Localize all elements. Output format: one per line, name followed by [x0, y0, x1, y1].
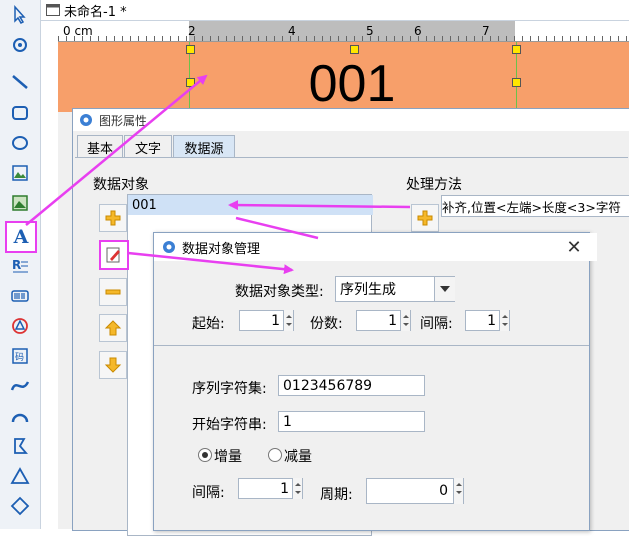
data-objects-label: 数据对象 [93, 177, 149, 193]
curve-tool-icon[interactable] [8, 374, 32, 398]
charset-value: 0123456789 [283, 377, 373, 394]
spin-arrows-icon[interactable] [283, 310, 293, 331]
tab-label: 基本 [86, 141, 113, 157]
dialog-title-bar: 数据对象管理 [154, 233, 597, 261]
triangle-tool-icon[interactable] [8, 464, 32, 488]
document-tab-title: 未命名-1 * [64, 4, 127, 20]
type-label: 数据对象类型: [235, 284, 324, 300]
plus-icon [417, 210, 433, 226]
app-logo-icon [163, 241, 175, 253]
plus-icon [105, 210, 121, 226]
dialog-title-bar: 图形属性 [73, 109, 629, 131]
start-string-label: 开始字符串: [192, 417, 267, 433]
dialog-title: 图形属性 [99, 113, 148, 128]
arrow-down-icon [104, 357, 122, 373]
resize-handle[interactable] [512, 45, 521, 54]
interval-stepper[interactable]: 1 [465, 310, 510, 331]
tab-basic[interactable]: 基本 [77, 135, 123, 158]
resize-handle[interactable] [186, 78, 195, 87]
interval-value: 1 [487, 312, 496, 329]
picture-tool-icon[interactable] [8, 191, 32, 215]
spin-arrows-icon[interactable] [292, 478, 302, 499]
resize-handle[interactable] [186, 45, 195, 54]
select-pointer-icon[interactable] [8, 3, 32, 27]
resize-handle[interactable] [350, 45, 359, 54]
processing-label: 处理方法 [406, 177, 462, 193]
charset-field[interactable]: 0123456789 [278, 375, 425, 396]
tab-label: 文字 [134, 141, 161, 157]
rich-text-tool-icon[interactable]: R [8, 254, 32, 278]
arc-tool-icon[interactable] [8, 404, 32, 428]
line-tool-icon[interactable] [8, 70, 32, 94]
chevron-down-icon[interactable] [434, 277, 455, 301]
left-toolbar: A R 码 [0, 0, 41, 529]
start-string-value: 1 [283, 413, 292, 430]
barcode-tool-icon[interactable] [8, 284, 32, 308]
charset-label: 序列字符集: [192, 381, 267, 397]
period-stepper[interactable]: 0 [366, 478, 464, 504]
remove-data-object-button[interactable] [99, 278, 127, 306]
svg-text:R: R [12, 258, 21, 272]
step-label: 间隔: [192, 485, 225, 501]
qrcode-tool-icon[interactable]: 码 [8, 344, 32, 368]
spin-arrows-icon[interactable] [400, 310, 410, 331]
tab-data-source[interactable]: 数据源 [173, 135, 235, 158]
start-stepper[interactable]: 1 [239, 310, 294, 331]
polygon-tool-icon[interactable] [8, 434, 32, 458]
app-logo-icon [80, 114, 92, 126]
period-label: 周期: [320, 487, 353, 503]
step-value: 1 [280, 480, 289, 497]
rotate-tool-icon[interactable] [8, 33, 32, 57]
tab-text[interactable]: 文字 [124, 135, 172, 158]
start-value: 1 [271, 312, 280, 329]
document-tab[interactable]: 未命名-1 * [46, 1, 127, 20]
text-tool-icon[interactable]: A [5, 221, 37, 253]
diamond-tool-icon[interactable] [8, 494, 32, 518]
processing-list[interactable]: 补齐,位置<左端>长度<3>字符 [441, 195, 629, 217]
horizontal-ruler: 0 cm 2 4 5 6 7 [58, 21, 629, 42]
copies-stepper[interactable]: 1 [356, 310, 411, 331]
list-item[interactable]: 001 [128, 195, 373, 215]
increment-radio[interactable] [198, 448, 212, 462]
divider [154, 345, 589, 346]
document-icon [46, 4, 60, 16]
increment-label: 增量 [214, 449, 242, 465]
add-data-object-button[interactable] [99, 204, 127, 232]
minus-icon [105, 289, 121, 295]
copies-label: 份数: [310, 316, 343, 332]
decrement-label: 减量 [284, 449, 312, 465]
start-label: 起始: [192, 316, 225, 332]
decrement-radio[interactable] [268, 448, 282, 462]
document-tab-bar: 未命名-1 * [41, 0, 629, 21]
ellipse-tool-icon[interactable] [8, 131, 32, 155]
shape-tool-icon[interactable] [8, 314, 32, 338]
type-select[interactable]: 序列生成 [335, 276, 455, 302]
data-object-manager-dialog: 数据对象管理 ✕ 数据对象类型: 序列生成 起始: 1 份数: 1 间隔: 1 … [153, 232, 597, 531]
svg-text:码: 码 [15, 352, 24, 363]
start-string-field[interactable]: 1 [278, 411, 425, 432]
edit-pencil-icon [106, 247, 120, 263]
resize-handle[interactable] [512, 78, 521, 87]
spin-arrows-icon[interactable] [453, 478, 463, 504]
tab-label: 数据源 [184, 141, 224, 157]
move-down-button[interactable] [99, 351, 127, 379]
dialog-title: 数据对象管理 [182, 241, 261, 257]
spin-arrows-icon[interactable] [499, 310, 509, 331]
ruler-ticks [58, 36, 629, 41]
edit-data-object-button[interactable] [99, 240, 129, 270]
close-icon[interactable]: ✕ [564, 237, 584, 258]
step-stepper[interactable]: 1 [238, 478, 303, 499]
copies-value: 1 [388, 312, 397, 329]
arrow-up-icon [104, 320, 122, 336]
add-processing-button[interactable] [411, 204, 439, 232]
type-select-value: 序列生成 [340, 282, 396, 298]
image-tool-icon[interactable] [8, 161, 32, 185]
move-up-button[interactable] [99, 314, 127, 342]
rounded-rect-tool-icon[interactable] [8, 101, 32, 125]
interval-label: 间隔: [420, 316, 453, 332]
vertical-ruler [41, 21, 59, 529]
list-item[interactable]: 补齐,位置<左端>长度<3>字符 [442, 197, 621, 216]
period-value: 0 [439, 483, 448, 499]
